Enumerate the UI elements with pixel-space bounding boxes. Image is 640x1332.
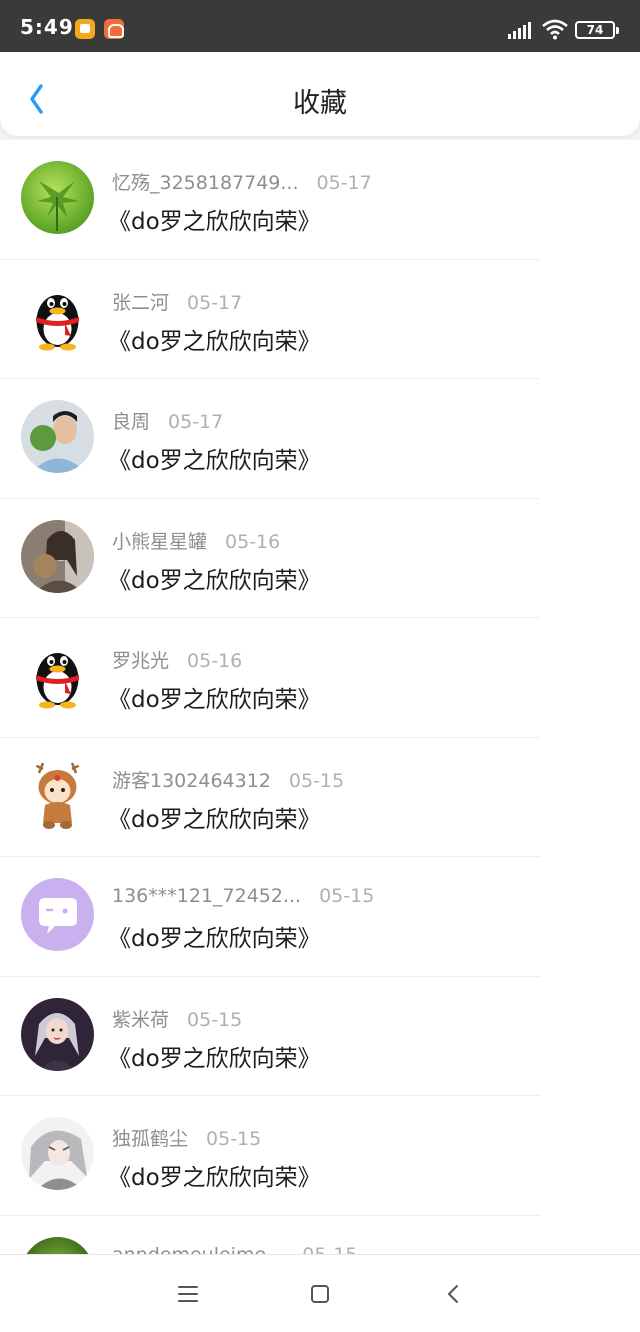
menu-icon[interactable] bbox=[175, 1281, 201, 1307]
item-title: 《do罗之欣欣向荣》 bbox=[108, 567, 321, 594]
photo-avatar-icon bbox=[21, 519, 94, 593]
avatar bbox=[21, 400, 94, 473]
list-item[interactable]: 小熊星星罐 05-16 《do罗之欣欣向荣》 bbox=[0, 499, 640, 619]
date: 05-15 bbox=[319, 885, 375, 907]
status-time: 5:49 bbox=[20, 15, 74, 39]
list-item[interactable]: 独孤鹤尘 05-15 《do罗之欣欣向荣》 bbox=[0, 1096, 640, 1216]
header-bar: 收藏 bbox=[0, 52, 640, 136]
list-item[interactable]: 良周 05-17 《do罗之欣欣向荣》 bbox=[0, 379, 640, 499]
chat-bubble-icon bbox=[21, 878, 94, 951]
item-title: 《do罗之欣欣向荣》 bbox=[108, 328, 321, 355]
item-title: 《do罗之欣欣向荣》 bbox=[108, 806, 321, 833]
item-meta: 紫米荷 05-15 bbox=[112, 1005, 242, 1032]
item-title: 《do罗之欣欣向荣》 bbox=[108, 448, 321, 474]
status-bar: 5:49 74 bbox=[0, 0, 640, 52]
avatar bbox=[21, 1236, 94, 1254]
illustration-avatar-icon bbox=[21, 1117, 94, 1190]
username: 136***121_72452... bbox=[112, 885, 302, 907]
username: 游客1302464312 bbox=[112, 769, 271, 792]
cartoon-avatar-icon bbox=[21, 758, 94, 832]
illustration-avatar-icon bbox=[21, 997, 94, 1071]
date: 05-17 bbox=[316, 172, 372, 194]
page-title: 收藏 bbox=[293, 88, 347, 119]
item-title: 《do罗之欣欣向荣》 bbox=[108, 1165, 321, 1191]
health-app-icon bbox=[104, 19, 124, 39]
date: 05-15 bbox=[187, 1008, 243, 1031]
avatar bbox=[21, 878, 94, 951]
battery-indicator: 74 bbox=[575, 21, 619, 39]
list-item[interactable]: 罗兆光 05-16 《do罗之欣欣向荣》 bbox=[0, 618, 640, 738]
item-title: 《do罗之欣欣向荣》 bbox=[108, 1045, 321, 1072]
avatar bbox=[21, 997, 94, 1071]
date: 05-15 bbox=[206, 1128, 262, 1150]
date: 05-16 bbox=[187, 650, 243, 672]
favorites-list[interactable]: 忆殇_3258187749... 05-17 《do罗之欣欣向荣》 张二河 05-1… bbox=[0, 140, 640, 1254]
username: 独孤鹤尘 bbox=[112, 1128, 189, 1150]
item-meta: anndemeuleime... 05-15 bbox=[112, 1244, 358, 1255]
signal-icon bbox=[508, 19, 534, 39]
photo-avatar-icon bbox=[21, 400, 94, 473]
list-item[interactable]: 136***121_72452... 05-15 《do罗之欣欣向荣》 bbox=[0, 857, 640, 977]
date: 05-17 bbox=[168, 411, 224, 433]
list-item[interactable]: 张二河 05-17 《do罗之欣欣向荣》 bbox=[0, 260, 640, 380]
system-navigation-bar bbox=[0, 1254, 640, 1332]
date: 05-15 bbox=[302, 1244, 357, 1255]
list-item[interactable]: anndemeuleime... 05-15 bbox=[0, 1216, 640, 1255]
qq-penguin-icon bbox=[21, 639, 94, 712]
item-title: 《do罗之欣欣向荣》 bbox=[108, 926, 321, 952]
list-item[interactable]: 游客1302464312 05-15 《do罗之欣欣向荣》 bbox=[0, 738, 640, 858]
date: 05-17 bbox=[187, 291, 243, 314]
avatar bbox=[21, 1117, 94, 1190]
date: 05-15 bbox=[288, 769, 345, 792]
avatar bbox=[21, 758, 94, 832]
notes-app-icon bbox=[75, 19, 95, 39]
list-item[interactable]: 紫米荷 05-15 《do罗之欣欣向荣》 bbox=[0, 977, 640, 1097]
item-meta: 罗兆光 05-16 bbox=[112, 646, 242, 673]
item-meta: 136***121_72452... 05-15 bbox=[112, 885, 374, 907]
item-meta: 张二河 05-17 bbox=[112, 288, 242, 315]
leaf-avatar-icon bbox=[21, 1236, 94, 1254]
avatar bbox=[21, 161, 94, 234]
username: 罗兆光 bbox=[112, 650, 170, 672]
avatar bbox=[21, 639, 94, 712]
item-meta: 小熊星星罐 05-16 bbox=[112, 527, 280, 554]
username: 良周 bbox=[112, 411, 151, 433]
avatar bbox=[21, 280, 94, 354]
username: 小熊星星罐 bbox=[112, 530, 208, 553]
username: 紫米荷 bbox=[112, 1008, 170, 1031]
qq-penguin-icon bbox=[21, 280, 94, 354]
item-meta: 游客1302464312 05-15 bbox=[112, 766, 344, 793]
item-title: 《do罗之欣欣向荣》 bbox=[108, 209, 321, 235]
username: 张二河 bbox=[112, 291, 170, 314]
item-meta: 良周 05-17 bbox=[112, 407, 223, 434]
home-icon[interactable] bbox=[307, 1281, 333, 1307]
back-nav-icon[interactable] bbox=[441, 1281, 467, 1307]
date: 05-16 bbox=[225, 530, 281, 553]
item-meta: 独孤鹤尘 05-15 bbox=[112, 1124, 261, 1151]
avatar bbox=[21, 519, 94, 593]
item-meta: 忆殇_3258187749... 05-17 bbox=[112, 168, 372, 195]
wifi-icon bbox=[542, 19, 568, 40]
username: 忆殇_3258187749... bbox=[112, 172, 299, 194]
leaf-avatar-icon bbox=[21, 161, 94, 234]
username: anndemeuleime... bbox=[112, 1244, 284, 1255]
list-item[interactable]: 忆殇_3258187749... 05-17 《do罗之欣欣向荣》 bbox=[0, 140, 640, 260]
item-title: 《do罗之欣欣向荣》 bbox=[108, 687, 321, 713]
